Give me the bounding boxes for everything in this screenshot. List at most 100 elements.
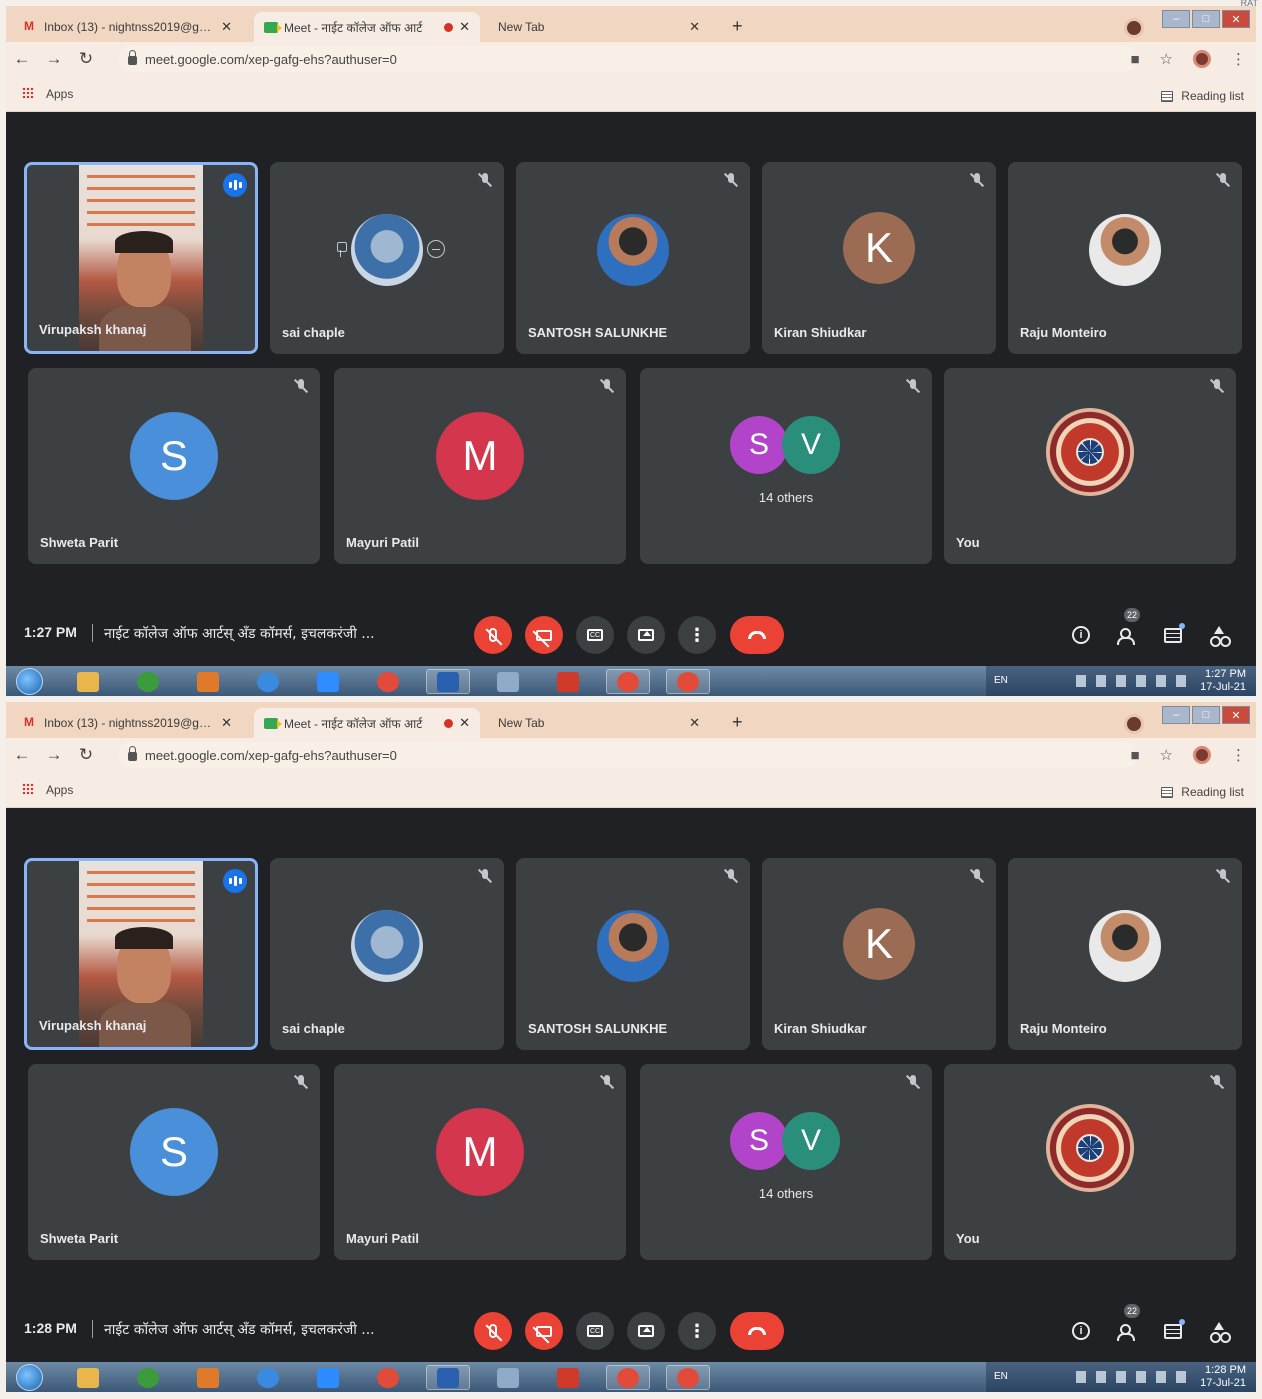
- activities-button[interactable]: [1206, 1318, 1232, 1344]
- remove-from-call-icon[interactable]: [427, 240, 445, 258]
- participant-tile[interactable]: K Kiran Shiudkar: [762, 162, 996, 354]
- taskbar-app[interactable]: [426, 669, 470, 694]
- taskbar-app[interactable]: [186, 1365, 230, 1390]
- participant-tile[interactable]: sai chaple: [270, 858, 504, 1050]
- apps-bookmark[interactable]: Apps: [46, 783, 73, 797]
- forward-arrow-icon[interactable]: →: [38, 49, 70, 69]
- taskbar-app[interactable]: [366, 669, 410, 694]
- pin-icon[interactable]: [335, 242, 347, 258]
- taskbar-app[interactable]: [246, 669, 290, 694]
- profile-extension-icon[interactable]: [1193, 746, 1211, 764]
- browser-tab[interactable]: New Tab ✕: [488, 12, 710, 42]
- activities-button[interactable]: [1206, 622, 1232, 648]
- minimize-button[interactable]: –: [1162, 706, 1190, 724]
- leave-call-button[interactable]: [730, 1312, 784, 1350]
- taskbar-clock[interactable]: 1:28 PM 17-Jul-21: [1200, 1364, 1246, 1390]
- bookmark-star-icon[interactable]: ☆: [1160, 746, 1173, 764]
- input-language[interactable]: EN: [994, 1371, 1008, 1382]
- tab-close-icon[interactable]: ✕: [221, 19, 232, 35]
- participant-tile[interactable]: Raju Monteiro: [1008, 858, 1242, 1050]
- taskbar-app[interactable]: [306, 1365, 350, 1390]
- taskbar-app[interactable]: [66, 669, 110, 694]
- more-options-button[interactable]: ⋮: [678, 1312, 716, 1350]
- participant-tile[interactable]: S Shweta Parit: [28, 368, 320, 564]
- taskbar-clock[interactable]: 1:27 PM 17-Jul-21: [1200, 668, 1246, 694]
- taskbar-app[interactable]: [606, 669, 650, 694]
- bookmark-star-icon[interactable]: ☆: [1160, 50, 1173, 68]
- participant-tile[interactable]: S V 14 others: [640, 368, 932, 564]
- address-bar[interactable]: meet.google.com/xep-gafg-ehs?authuser=0: [118, 742, 1138, 768]
- reading-list-button[interactable]: Reading list: [1161, 89, 1244, 103]
- people-button[interactable]: 22: [1114, 608, 1141, 648]
- camera-toggle-button[interactable]: [525, 616, 563, 654]
- taskbar-app[interactable]: [666, 669, 710, 694]
- profile-avatar[interactable]: [1124, 714, 1144, 734]
- reload-icon[interactable]: ↻: [70, 49, 102, 69]
- maximize-button[interactable]: □: [1192, 706, 1220, 724]
- meeting-details-button[interactable]: i: [1068, 1318, 1094, 1344]
- camera-in-use-icon[interactable]: ■: [1130, 747, 1139, 764]
- more-options-button[interactable]: ⋮: [678, 616, 716, 654]
- tab-close-icon[interactable]: ✕: [459, 715, 470, 731]
- participant-tile[interactable]: SANTOSH SALUNKHE: [516, 858, 750, 1050]
- address-bar[interactable]: meet.google.com/xep-gafg-ehs?authuser=0: [118, 46, 1138, 72]
- start-button[interactable]: [16, 1364, 43, 1391]
- browser-tab[interactable]: Meet - नाईट कॉलेज ऑफ आर्ट ✕: [254, 708, 480, 738]
- profile-avatar[interactable]: [1124, 18, 1144, 38]
- taskbar-app[interactable]: [606, 1365, 650, 1390]
- taskbar-app[interactable]: [246, 1365, 290, 1390]
- participant-tile[interactable]: Raju Monteiro: [1008, 162, 1242, 354]
- chrome-menu-icon[interactable]: ⋮: [1231, 50, 1246, 68]
- minimize-button[interactable]: –: [1162, 10, 1190, 28]
- mic-toggle-button[interactable]: [474, 616, 512, 654]
- camera-in-use-icon[interactable]: ■: [1130, 51, 1139, 68]
- tab-close-icon[interactable]: ✕: [689, 19, 700, 35]
- participant-tile[interactable]: M Mayuri Patil: [334, 1064, 626, 1260]
- taskbar-app[interactable]: [546, 669, 590, 694]
- profile-extension-icon[interactable]: [1193, 50, 1211, 68]
- taskbar-app[interactable]: [546, 1365, 590, 1390]
- chat-button[interactable]: [1160, 1318, 1186, 1344]
- taskbar-app[interactable]: [306, 669, 350, 694]
- participant-tile[interactable]: SANTOSH SALUNKHE: [516, 162, 750, 354]
- browser-tab[interactable]: Inbox (13) - nightnss2019@gma ✕: [14, 12, 242, 42]
- chat-button[interactable]: [1160, 622, 1186, 648]
- input-language[interactable]: EN: [994, 675, 1008, 686]
- tab-close-icon[interactable]: ✕: [689, 715, 700, 731]
- back-arrow-icon[interactable]: ←: [6, 745, 38, 765]
- participant-tile[interactable]: You: [944, 1064, 1236, 1260]
- participant-tile[interactable]: sai chaple: [270, 162, 504, 354]
- apps-bookmark[interactable]: Apps: [46, 87, 73, 101]
- participant-tile[interactable]: You: [944, 368, 1236, 564]
- new-tab-button[interactable]: +: [732, 16, 743, 37]
- taskbar-app[interactable]: [366, 1365, 410, 1390]
- new-tab-button[interactable]: +: [732, 712, 743, 733]
- captions-button[interactable]: CC: [576, 616, 614, 654]
- taskbar-app[interactable]: [666, 1365, 710, 1390]
- camera-toggle-button[interactable]: [525, 1312, 563, 1350]
- taskbar-app[interactable]: [186, 669, 230, 694]
- taskbar-app[interactable]: [426, 1365, 470, 1390]
- chrome-menu-icon[interactable]: ⋮: [1231, 746, 1246, 764]
- mic-toggle-button[interactable]: [474, 1312, 512, 1350]
- tab-close-icon[interactable]: ✕: [221, 715, 232, 731]
- captions-button[interactable]: CC: [576, 1312, 614, 1350]
- participant-tile[interactable]: K Kiran Shiudkar: [762, 858, 996, 1050]
- forward-arrow-icon[interactable]: →: [38, 745, 70, 765]
- participant-tile[interactable]: S Shweta Parit: [28, 1064, 320, 1260]
- reload-icon[interactable]: ↻: [70, 745, 102, 765]
- participant-tile[interactable]: Virupaksh khanaj: [24, 162, 258, 354]
- taskbar-app[interactable]: [486, 1365, 530, 1390]
- back-arrow-icon[interactable]: ←: [6, 49, 38, 69]
- taskbar-app[interactable]: [126, 1365, 170, 1390]
- participant-tile[interactable]: S V 14 others: [640, 1064, 932, 1260]
- apps-grid-icon[interactable]: [22, 783, 34, 795]
- participant-tile[interactable]: M Mayuri Patil: [334, 368, 626, 564]
- browser-tab[interactable]: Meet - नाईट कॉलेज ऑफ आर्ट ✕: [254, 12, 480, 42]
- browser-tab[interactable]: New Tab ✕: [488, 708, 710, 738]
- close-window-button[interactable]: ✕: [1222, 10, 1250, 28]
- close-window-button[interactable]: ✕: [1222, 706, 1250, 724]
- taskbar-app[interactable]: [66, 1365, 110, 1390]
- apps-grid-icon[interactable]: [22, 87, 34, 99]
- leave-call-button[interactable]: [730, 616, 784, 654]
